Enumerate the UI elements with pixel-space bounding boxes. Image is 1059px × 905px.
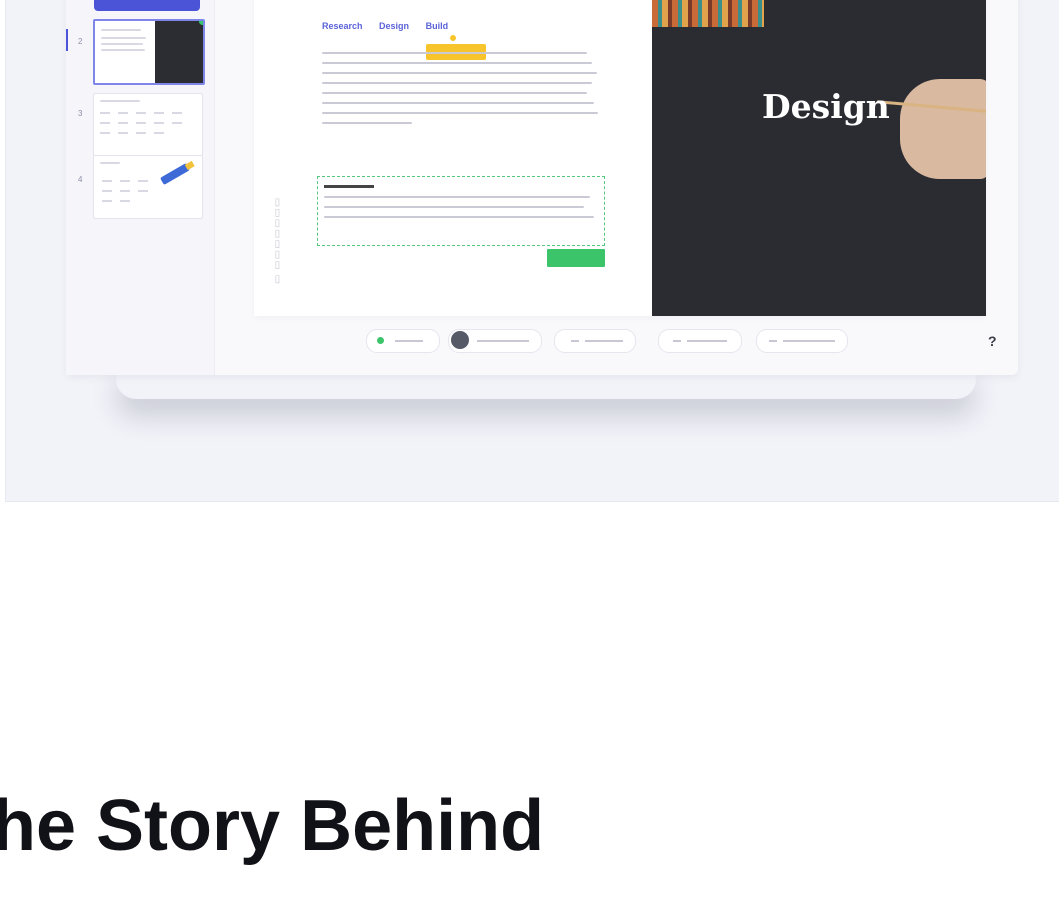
pencil-illustration <box>160 163 190 185</box>
slide-canvas: ▭ ▭▭▭▭▭▭▭ Research Design Build Design <box>254 0 986 316</box>
slide-thumbnail[interactable] <box>93 155 203 219</box>
magic-search-chip[interactable] <box>756 329 848 353</box>
slide-thumbnail[interactable] <box>93 93 203 157</box>
slide-sidebar: 2 3 4 <box>66 0 215 375</box>
status-dot <box>377 337 384 344</box>
new-slide-button[interactable] <box>94 0 200 11</box>
app-window: 2 3 4 ▭ ▭▭▭▭▭▭▭ Research Design Build De… <box>66 0 1018 375</box>
user-chip[interactable] <box>448 329 542 353</box>
slide-number: 4 <box>78 175 83 184</box>
status-chip[interactable] <box>366 329 440 353</box>
slide-number: 3 <box>78 109 83 118</box>
vertical-brand-label: ▭ ▭▭▭▭▭▭▭ <box>272 196 283 284</box>
tab-research[interactable]: Research <box>322 21 363 31</box>
design-photo: Design <box>652 0 986 316</box>
data-sheet-chip[interactable] <box>658 329 742 353</box>
comment-chip[interactable] <box>554 329 636 353</box>
bottom-toolbar <box>366 325 926 355</box>
photo-caption: Design <box>762 87 890 126</box>
tab-design[interactable]: Design <box>379 21 409 31</box>
cursor-marker <box>450 35 456 41</box>
tab-build[interactable]: Build <box>426 21 449 31</box>
avatar <box>451 331 469 349</box>
slide-thumbnail[interactable] <box>93 19 205 85</box>
approve-button[interactable] <box>547 249 605 267</box>
hand-illustration <box>900 79 986 179</box>
slide-number: 2 <box>78 37 83 46</box>
section-heading: he Story Behind <box>0 786 545 866</box>
selected-text-box[interactable] <box>317 176 605 246</box>
colored-pencils <box>652 0 764 27</box>
body-paragraph[interactable] <box>322 44 602 132</box>
help-button[interactable]: ? <box>988 333 997 349</box>
active-slide-marker <box>66 29 68 51</box>
slide-status-dot <box>199 21 203 25</box>
slide-tabs: Research Design Build <box>322 21 462 31</box>
hero-panel: 2 3 4 ▭ ▭▭▭▭▭▭▭ Research Design Build De… <box>5 0 1059 502</box>
